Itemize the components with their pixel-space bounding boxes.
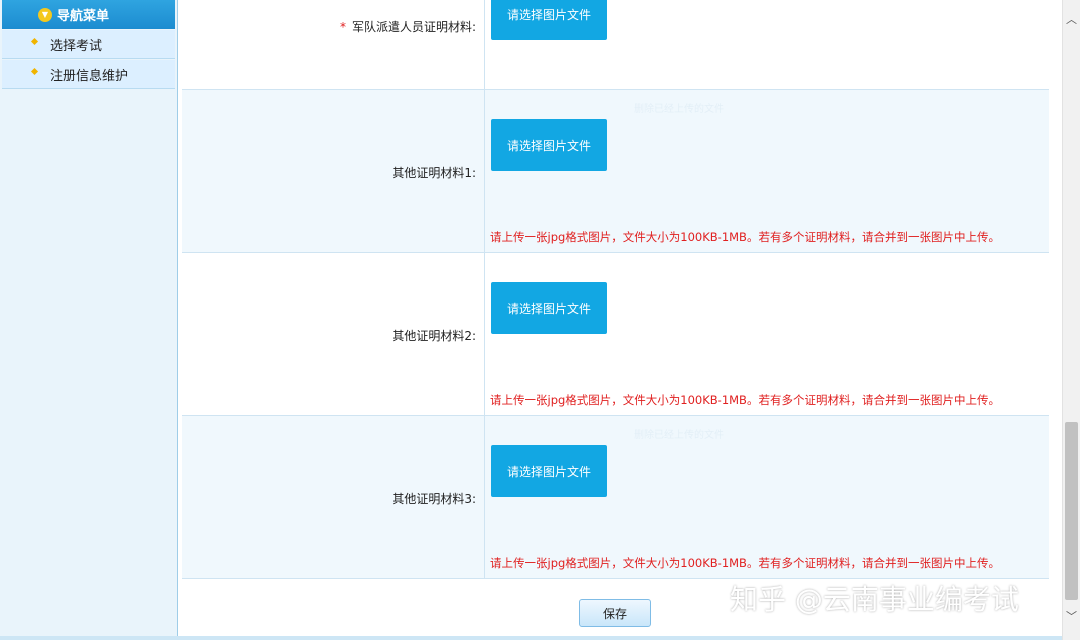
form-label: 其他证明材料1: (392, 166, 476, 180)
form-row-military-proof: * 军队派遣人员证明材料: 请选择图片文件 (182, 0, 1049, 90)
form-row-other-proof-2: 其他证明材料2: 请选择图片文件 请上传一张jpg格式图片，文件大小为100KB… (182, 253, 1049, 416)
upload-hint: 请上传一张jpg格式图片，文件大小为100KB-1MB。若有多个证明材料，请合并… (490, 556, 1000, 570)
save-button[interactable]: 保存 (579, 599, 651, 627)
choose-image-button[interactable]: 请选择图片文件 (491, 282, 607, 334)
scroll-thumb[interactable] (1065, 422, 1078, 600)
chevron-down-icon[interactable]: ﹀ (1063, 607, 1080, 625)
bottom-border (0, 636, 1062, 640)
upload-hint: 请上传一张jpg格式图片，文件大小为100KB-1MB。若有多个证明材料，请合并… (490, 393, 1000, 407)
choose-image-button[interactable]: 请选择图片文件 (491, 445, 607, 497)
vertical-scrollbar[interactable]: ︿ ﹀ (1062, 0, 1080, 640)
sidebar: ▼ 导航菜单 选择考试 注册信息维护 (0, 0, 178, 640)
form-label-cell: 其他证明材料3: (182, 416, 485, 578)
form-row-other-proof-3: 其他证明材料3: 删除已经上传的文件 请选择图片文件 请上传一张jpg格式图片，… (182, 416, 1049, 579)
form-row-other-proof-1: 其他证明材料1: 删除已经上传的文件 请选择图片文件 请上传一张jpg格式图片，… (182, 90, 1049, 253)
chevron-up-icon[interactable]: ︿ (1063, 10, 1080, 28)
diamond-bullet-icon (30, 67, 39, 76)
form-label-cell: 其他证明材料1: (182, 90, 485, 252)
form-label-cell: 其他证明材料2: (182, 253, 485, 415)
required-mark: * (339, 20, 346, 34)
sidebar-item-registration-info[interactable]: 注册信息维护 (2, 60, 175, 89)
delete-uploaded-link[interactable]: 删除已经上传的文件 (634, 426, 724, 441)
form-label: 其他证明材料2: (392, 329, 476, 343)
upload-form: * 军队派遣人员证明材料: 请选择图片文件 其他证明材料1: 删除已经上传的文件 … (182, 0, 1049, 640)
form-label-cell: * 军队派遣人员证明材料: (182, 0, 485, 89)
sidebar-item-label: 注册信息维护 (50, 68, 129, 84)
form-label: 其他证明材料3: (392, 492, 476, 506)
nav-menu-title: 导航菜单 (56, 9, 109, 24)
delete-uploaded-link[interactable]: 删除已经上传的文件 (634, 100, 724, 115)
watermark: 知乎 @云南事业编考试 (730, 583, 1019, 616)
chevron-down-circle-icon: ▼ (37, 7, 52, 22)
upload-hint: 请上传一张jpg格式图片，文件大小为100KB-1MB。若有多个证明材料，请合并… (490, 230, 1000, 244)
diamond-bullet-icon (30, 37, 39, 46)
sidebar-item-label: 选择考试 (50, 38, 103, 54)
choose-image-button[interactable]: 请选择图片文件 (491, 0, 607, 40)
form-label: 军队派遣人员证明材料: (351, 20, 476, 34)
nav-menu-header[interactable]: ▼ 导航菜单 (2, 0, 175, 29)
choose-image-button[interactable]: 请选择图片文件 (491, 119, 607, 171)
sidebar-item-select-exam[interactable]: 选择考试 (2, 30, 175, 59)
